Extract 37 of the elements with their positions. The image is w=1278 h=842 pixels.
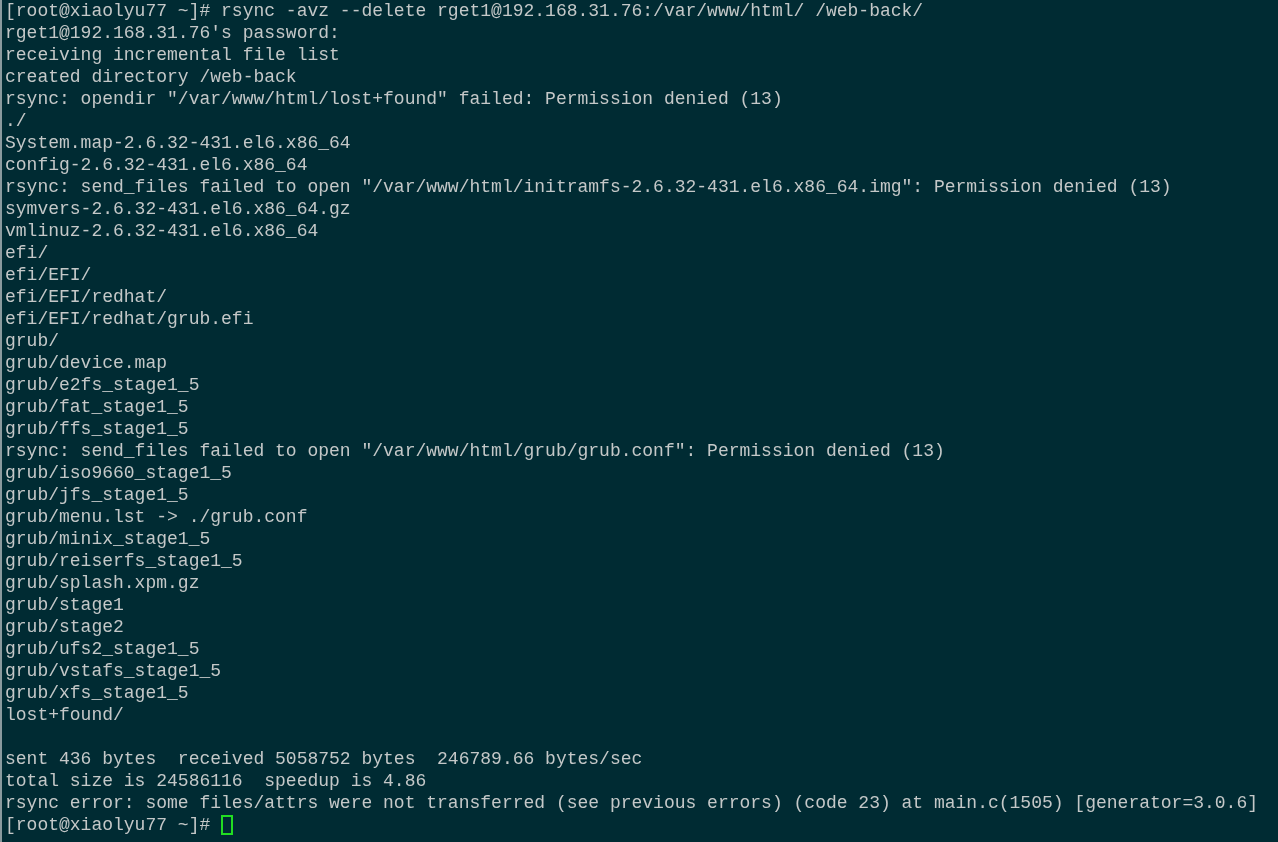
terminal-line: total size is 24586116 speedup is 4.86 <box>5 770 427 792</box>
terminal-line: rsync error: some files/attrs were not transferred (see previous errors) (code 23) at main.c(1505) [generator=3.0.6] <box>5 792 1258 814</box>
terminal-line: grub/menu.lst -> ./grub.conf <box>5 506 308 528</box>
terminal-line: rsync: send_files failed to open "/var/www/html/initramfs-2.6.32-431.el6.x86_64.img": Permission denied (13) <box>5 176 1172 198</box>
terminal-line: grub/splash.xpm.gz <box>5 572 200 594</box>
terminal-line: grub/ <box>5 330 59 352</box>
terminal-line: grub/e2fs_stage1_5 <box>5 374 200 396</box>
terminal-line: grub/reiserfs_stage1_5 <box>5 550 243 572</box>
terminal-line: symvers-2.6.32-431.el6.x86_64.gz <box>5 198 351 220</box>
terminal-line: config-2.6.32-431.el6.x86_64 <box>5 154 308 176</box>
terminal-line: lost+found/ <box>5 704 124 726</box>
terminal-line: grub/ufs2_stage1_5 <box>5 638 200 660</box>
terminal-line: efi/EFI/redhat/grub.efi <box>5 308 254 330</box>
terminal-line: vmlinuz-2.6.32-431.el6.x86_64 <box>5 220 319 242</box>
terminal-line: receiving incremental file list <box>5 44 340 66</box>
terminal-line: efi/EFI/ <box>5 264 92 286</box>
terminal-line: grub/stage1 <box>5 594 124 616</box>
terminal-line: sent 436 bytes received 5058752 bytes 246789.66 bytes/sec <box>5 748 643 770</box>
terminal-line: ./ <box>5 110 27 132</box>
terminal-line: grub/ffs_stage1_5 <box>5 418 189 440</box>
terminal-line: rsync: opendir "/var/www/html/lost+found" failed: Permission denied (13) <box>5 88 783 110</box>
terminal-line: efi/ <box>5 242 49 264</box>
terminal-line: System.map-2.6.32-431.el6.x86_64 <box>5 132 351 154</box>
shell-prompt: [root@xiaolyu77 ~]# <box>5 814 211 836</box>
terminal-line: rsync: send_files failed to open "/var/www/html/grub/grub.conf": Permission denied (13) <box>5 440 945 462</box>
terminal-line: created directory /web-back <box>5 66 297 88</box>
terminal-line: grub/iso9660_stage1_5 <box>5 462 232 484</box>
terminal-line: grub/device.map <box>5 352 168 374</box>
terminal-line: grub/fat_stage1_5 <box>5 396 189 418</box>
terminal-line: grub/vstafs_stage1_5 <box>5 660 222 682</box>
terminal-line: grub/stage2 <box>5 616 124 638</box>
terminal-line: rget1@192.168.31.76's password: <box>5 22 340 44</box>
terminal-line: grub/jfs_stage1_5 <box>5 484 189 506</box>
terminal-line: grub/xfs_stage1_5 <box>5 682 189 704</box>
terminal-line: grub/minix_stage1_5 <box>5 528 211 550</box>
terminal-line: efi/EFI/redhat/ <box>5 286 168 308</box>
terminal-line: [root@xiaolyu77 ~]# rsync -avz --delete rget1@192.168.31.76:/var/www/html/ /web-back/ <box>5 0 924 22</box>
